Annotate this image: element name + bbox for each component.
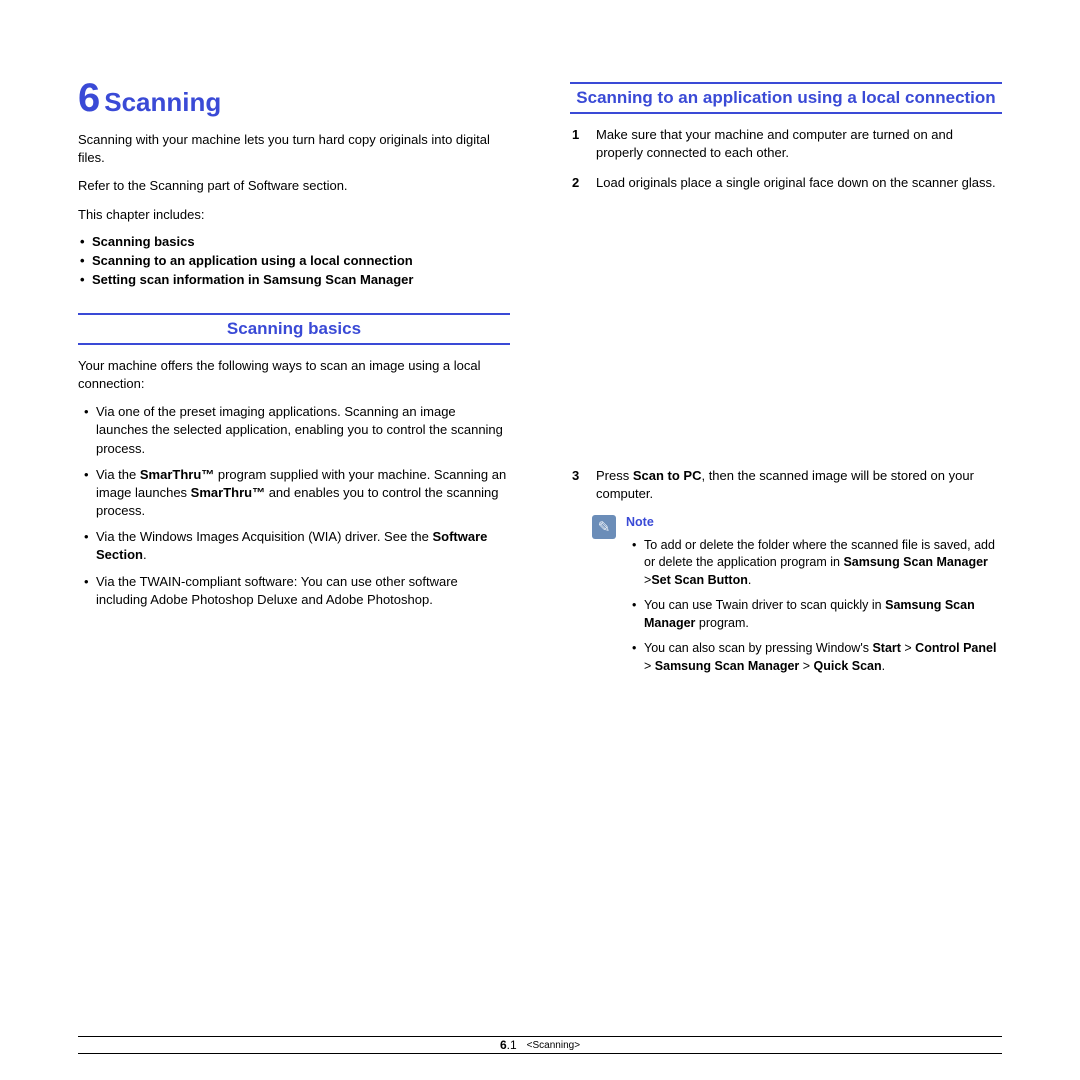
page-number-minor: .1: [507, 1038, 517, 1052]
list-item: Via the SmarThru™ program supplied with …: [84, 466, 510, 521]
chapter-title: 6Scanning: [78, 76, 510, 121]
note-title: Note: [626, 515, 1002, 529]
topic-item: Scanning basics: [78, 234, 510, 249]
footer-crumb: <Scanning>: [527, 1040, 580, 1051]
page-footer: 6.1 <Scanning>: [78, 1036, 1002, 1054]
list-item: You can use Twain driver to scan quickly…: [632, 597, 1002, 632]
chapter-number: 6: [78, 76, 100, 120]
step-item: Load originals place a single original f…: [570, 174, 1002, 192]
section1-intro: Your machine offers the following ways t…: [78, 357, 510, 393]
illustration-placeholder: [570, 205, 1002, 455]
note-bullets: To add or delete the folder where the sc…: [632, 537, 1002, 676]
topic-item: Scanning to an application using a local…: [78, 253, 510, 268]
note-block: ✎ Note To add or delete the folder where…: [596, 515, 1002, 676]
intro-paragraph: Scanning with your machine lets you turn…: [78, 131, 510, 167]
list-item: You can also scan by pressing Window's S…: [632, 640, 1002, 675]
section-heading-scan-to-app: Scanning to an application using a local…: [570, 82, 1002, 114]
step-item: Press Scan to PC, then the scanned image…: [570, 467, 1002, 503]
steps-list-cont: Press Scan to PC, then the scanned image…: [570, 467, 1002, 503]
intro-paragraph: Refer to the Scanning part of Software s…: [78, 177, 510, 195]
list-item: To add or delete the folder where the sc…: [632, 537, 1002, 590]
left-column: 6Scanning Scanning with your machine let…: [78, 76, 510, 683]
chapter-topics-list: Scanning basics Scanning to an applicati…: [78, 234, 510, 287]
list-item: Via the TWAIN-compliant software: You ca…: [84, 573, 510, 609]
steps-list: Make sure that your machine and computer…: [570, 126, 1002, 193]
section1-bullets: Via one of the preset imaging applicatio…: [84, 403, 510, 609]
right-column: Scanning to an application using a local…: [570, 76, 1002, 683]
list-item: Via one of the preset imaging applicatio…: [84, 403, 510, 458]
intro-paragraph: This chapter includes:: [78, 206, 510, 224]
chapter-word: Scanning: [104, 87, 221, 117]
page-number-major: 6: [500, 1038, 507, 1052]
topic-item: Setting scan information in Samsung Scan…: [78, 272, 510, 287]
step-item: Make sure that your machine and computer…: [570, 126, 1002, 162]
section-heading-scanning-basics: Scanning basics: [78, 313, 510, 345]
list-item: Via the Windows Images Acquisition (WIA)…: [84, 528, 510, 564]
note-icon: ✎: [592, 515, 616, 539]
